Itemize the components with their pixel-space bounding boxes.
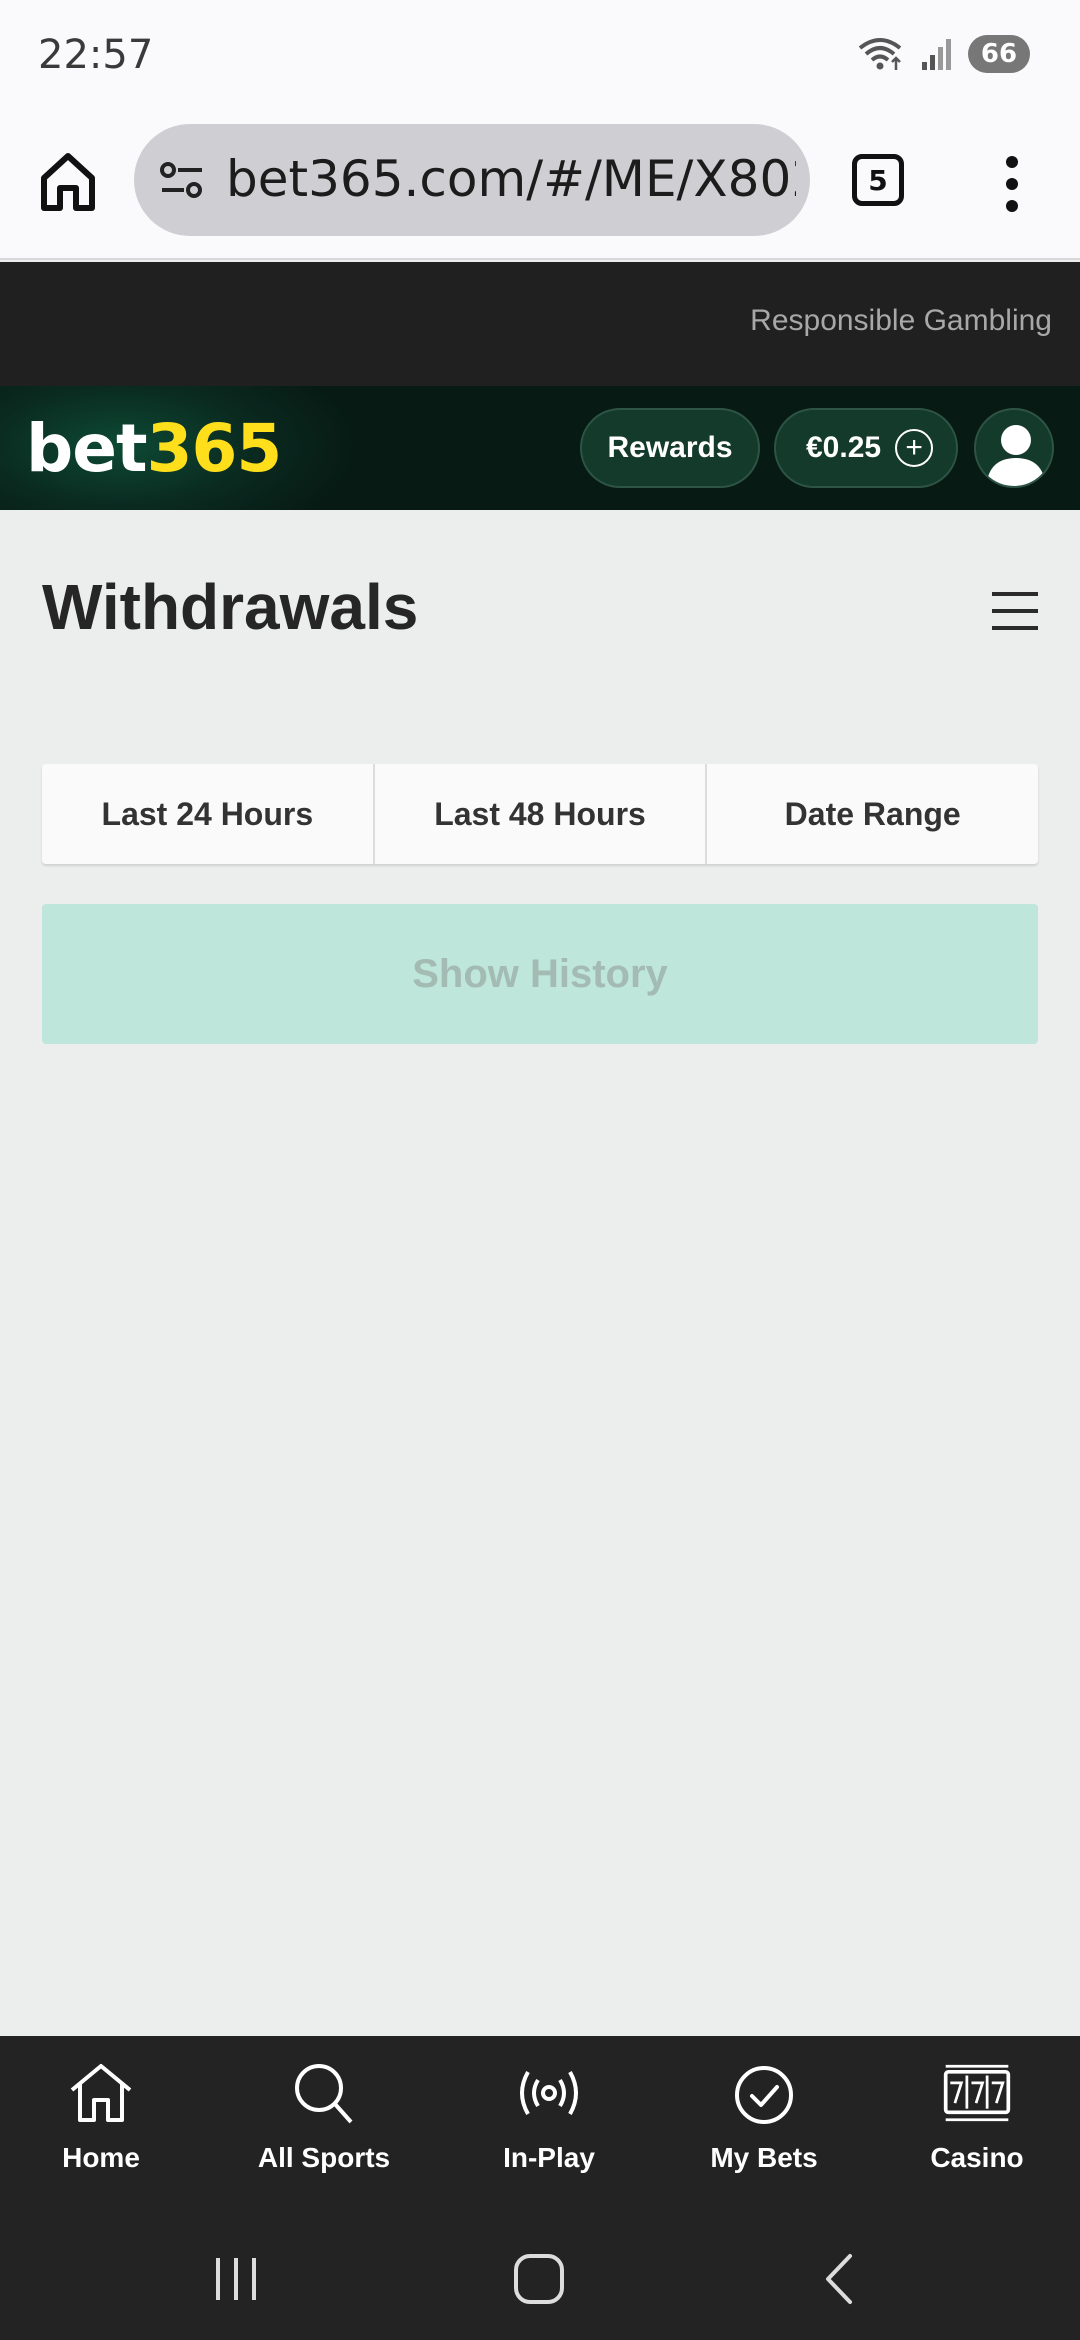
- range-last-24-hours[interactable]: Last 24 Hours: [42, 764, 375, 864]
- responsible-gambling-link[interactable]: Responsible Gambling: [750, 304, 1052, 338]
- nav-in-play[interactable]: In-Play: [449, 2060, 649, 2200]
- system-navigation-bar: [0, 2216, 1080, 2340]
- wifi-icon: [858, 38, 902, 70]
- site-settings-icon[interactable]: [158, 160, 206, 200]
- address-bar[interactable]: bet365.com/#/ME/X8020: [134, 124, 810, 236]
- nav-casino[interactable]: Casino: [877, 2060, 1077, 2200]
- rewards-button[interactable]: Rewards: [580, 408, 760, 488]
- nav-label: My Bets: [710, 2142, 818, 2173]
- check-circle-icon: [735, 2066, 793, 2124]
- top-utility-bar: Responsible Gambling: [0, 262, 1080, 386]
- nav-label: All Sports: [257, 2142, 391, 2173]
- balance-button[interactable]: €0.25 +: [774, 408, 958, 488]
- balance-amount: €0.25: [806, 431, 882, 464]
- hamburger-menu-icon[interactable]: [992, 588, 1038, 634]
- bottom-navigation: Home All Sports In-Play My Bets Casino: [0, 2036, 1080, 2216]
- range-last-48-hours[interactable]: Last 48 Hours: [375, 764, 708, 864]
- logo-text-white: bet: [26, 410, 148, 487]
- nav-label: In-Play: [503, 2142, 595, 2173]
- battery-indicator: 66: [968, 35, 1030, 73]
- home-icon: [70, 2064, 132, 2122]
- browser-toolbar: bet365.com/#/ME/X8020 5: [0, 110, 1080, 260]
- slot-machine-icon: [943, 2064, 1011, 2122]
- search-icon: [295, 2064, 353, 2124]
- logo-text-yellow: 365: [146, 410, 283, 487]
- show-history-button[interactable]: Show History: [42, 904, 1038, 1044]
- status-time: 22:57: [38, 32, 154, 78]
- nav-label: Home: [62, 2142, 140, 2173]
- home-icon[interactable]: [38, 150, 98, 214]
- plus-icon: +: [895, 429, 934, 467]
- user-icon: [986, 425, 1046, 486]
- tab-switcher-button[interactable]: 5: [852, 154, 904, 206]
- date-range-selector: Last 24 Hours Last 48 Hours Date Range: [42, 764, 1038, 864]
- nav-label: Casino: [930, 2142, 1024, 2173]
- signal-icon: [922, 39, 951, 70]
- home-icon[interactable]: [512, 2252, 566, 2306]
- status-bar: 22:57 66: [0, 0, 1080, 110]
- range-date-range[interactable]: Date Range: [707, 764, 1038, 864]
- recent-apps-icon[interactable]: [208, 2254, 264, 2304]
- avatar[interactable]: [974, 408, 1054, 488]
- nav-all-sports[interactable]: All Sports: [224, 2060, 424, 2200]
- more-options-icon[interactable]: [1000, 154, 1024, 214]
- url-text[interactable]: bet365.com/#/ME/X8020: [226, 150, 796, 208]
- status-icons: 66: [856, 34, 1030, 74]
- nav-home[interactable]: Home: [1, 2060, 201, 2200]
- broadcast-icon: [520, 2071, 578, 2115]
- nav-my-bets[interactable]: My Bets: [664, 2060, 864, 2200]
- back-icon[interactable]: [820, 2252, 860, 2306]
- site-header: bet365 Rewards €0.25 +: [0, 386, 1080, 510]
- bet365-logo[interactable]: bet365: [26, 410, 283, 487]
- page-title: Withdrawals: [42, 571, 419, 643]
